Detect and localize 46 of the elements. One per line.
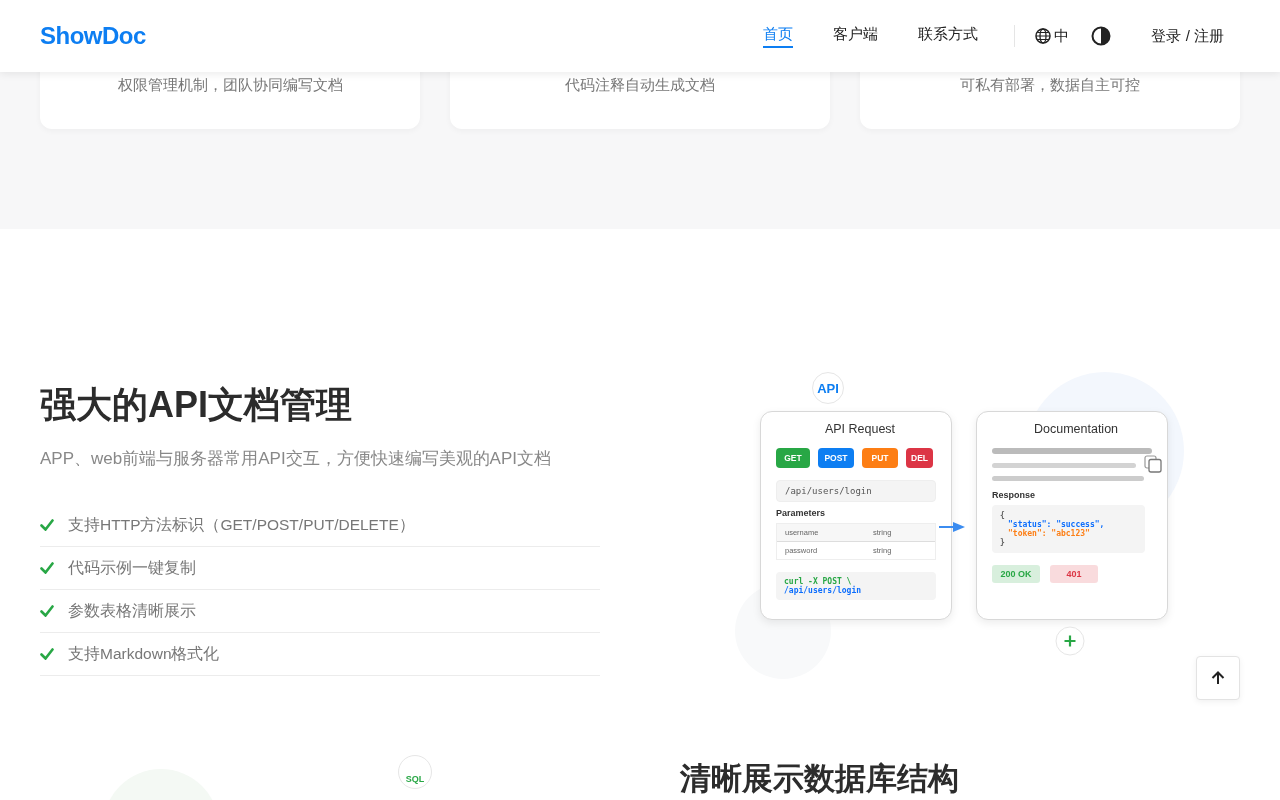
code-line: "token": "abc123" bbox=[1008, 529, 1090, 538]
check-icon bbox=[40, 648, 54, 660]
status-tag: 200 OK bbox=[992, 565, 1040, 583]
status-tag: 401 bbox=[1050, 565, 1098, 583]
code-line: { bbox=[1000, 511, 1005, 520]
method-tag: GET bbox=[776, 448, 810, 468]
code-line: "status": "success", bbox=[1008, 520, 1105, 529]
login-link[interactable]: 登录 / 注册 bbox=[1151, 26, 1224, 46]
feature-item: 支持HTTP方法标识（GET/POST/PUT/DELETE） bbox=[68, 514, 415, 535]
section-title: 强大的API文档管理 bbox=[40, 383, 353, 427]
method-tag: PUT bbox=[862, 448, 898, 468]
feature-description: 可私有部署，数据自主可控 bbox=[960, 76, 1140, 95]
parameters-heading: Parameters bbox=[776, 508, 827, 518]
method-tag: POST bbox=[818, 448, 854, 468]
logo[interactable]: ShowDoc bbox=[40, 22, 146, 50]
theme-toggle-icon[interactable] bbox=[1091, 26, 1112, 46]
nav-link[interactable]: 客户端 bbox=[833, 24, 879, 48]
feature-item: 代码示例一键复制 bbox=[68, 557, 196, 578]
language-button[interactable]: 中 bbox=[1035, 26, 1070, 46]
card-title: Documentation bbox=[1032, 422, 1120, 436]
method-tag: DEL bbox=[906, 448, 933, 468]
code-line: /api/users/login bbox=[784, 586, 862, 595]
response-heading: Response bbox=[992, 490, 1036, 500]
plus-icon bbox=[1055, 626, 1085, 656]
code-line: curl -X POST \ bbox=[784, 577, 852, 586]
globe-icon bbox=[1035, 28, 1052, 44]
arrow-up-icon bbox=[1210, 670, 1226, 686]
feature-item: 参数表格清晰展示 bbox=[68, 600, 196, 621]
section-subtitle: APP、web前端与服务器常用API交互，方便快速编写美观的API文档 bbox=[40, 448, 552, 470]
endpoint-field: /api/users/login bbox=[776, 480, 936, 502]
check-icon bbox=[40, 562, 54, 574]
api-badge: API bbox=[812, 372, 844, 404]
back-to-top-button[interactable] bbox=[1196, 656, 1240, 700]
check-icon bbox=[40, 519, 54, 531]
copy-icon bbox=[1144, 455, 1162, 473]
nav-link[interactable]: 首页 bbox=[763, 24, 794, 48]
feature-item: 支持Markdown格式化 bbox=[68, 643, 220, 664]
section-title: 清晰展示数据库结构 bbox=[680, 763, 959, 795]
arrow-icon bbox=[939, 522, 965, 532]
code-line: } bbox=[1000, 538, 1005, 547]
sql-badge: SQL bbox=[398, 755, 432, 789]
check-icon bbox=[40, 605, 54, 617]
card-title: API Request bbox=[823, 422, 897, 436]
feature-description: 权限管理机制，团队协同编写文档 bbox=[117, 76, 343, 95]
feature-description: 代码注释自动生成文档 bbox=[565, 76, 715, 95]
nav-link[interactable]: 联系方式 bbox=[918, 24, 979, 48]
